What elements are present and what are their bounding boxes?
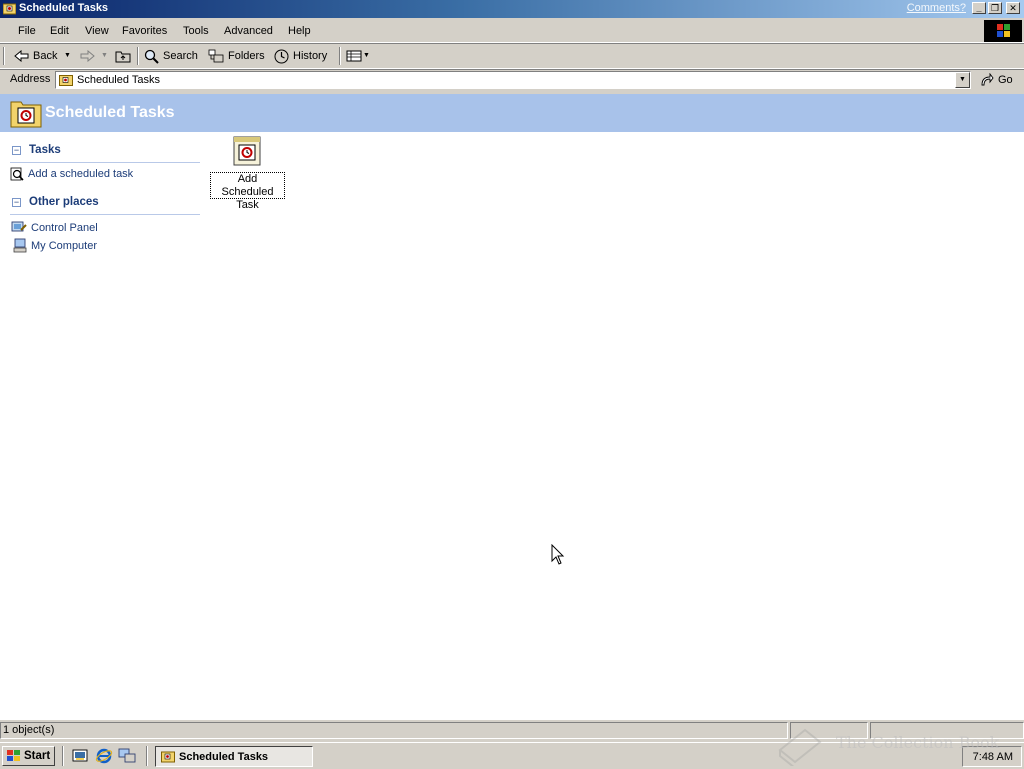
my-computer-icon [13, 238, 27, 253]
windows-flag-icon [7, 750, 20, 761]
menu-edit[interactable]: Edit [50, 25, 69, 37]
sidebar-section-other-places-title[interactable]: Other places [29, 196, 99, 208]
control-panel-icon [11, 221, 27, 232]
window-title: Scheduled Tasks [19, 2, 109, 14]
views-grid-icon [346, 50, 362, 62]
forward-dropdown-icon[interactable]: ▼ [101, 48, 108, 64]
menu-favorites[interactable]: Favorites [122, 25, 167, 37]
folder-icon [161, 751, 175, 763]
folders-icon [208, 49, 224, 63]
views-button[interactable]: ▼ [346, 48, 370, 64]
search-button[interactable]: Search [144, 48, 202, 64]
scheduled-task-icon[interactable] [232, 135, 262, 167]
menu-view[interactable]: View [85, 25, 109, 37]
go-arrow-icon [981, 73, 994, 86]
menu-tools[interactable]: Tools [183, 25, 209, 37]
up-folder-icon [115, 51, 131, 63]
menu-file[interactable]: File [18, 25, 36, 37]
folders-button[interactable]: Folders [208, 48, 268, 64]
address-label: Address [10, 73, 51, 85]
close-button[interactable]: ✕ [1006, 2, 1020, 14]
search-label: Search [163, 50, 198, 62]
views-dropdown-icon[interactable]: ▼ [363, 48, 370, 64]
show-desktop-icon[interactable] [72, 748, 88, 764]
folders-label: Folders [228, 50, 265, 62]
address-input[interactable]: Scheduled Tasks ▼ [55, 71, 971, 89]
section-divider [10, 214, 200, 215]
back-button[interactable]: Back ▼ [14, 48, 72, 64]
address-dropdown-icon[interactable]: ▼ [955, 72, 970, 88]
menu-bar: File Edit View Favorites Tools Advanced … [0, 20, 1024, 43]
clock[interactable]: 7:48 AM [973, 751, 1013, 763]
menu-advanced[interactable]: Advanced [224, 25, 273, 37]
maximize-button[interactable]: ❐ [988, 2, 1002, 14]
book-watermark-icon [778, 728, 822, 766]
sidebar-item-add-scheduled-task[interactable]: Add a scheduled task [28, 168, 133, 180]
forward-arrow-icon [80, 50, 95, 62]
scheduled-tasks-folder-icon [10, 101, 42, 128]
section-divider [10, 162, 200, 163]
folder-icon [3, 3, 16, 15]
collapse-other-places-icon[interactable]: − [12, 198, 21, 207]
internet-explorer-icon[interactable] [95, 747, 113, 765]
toolbar-separator [339, 47, 341, 65]
watermark-text: The Collection Book [836, 733, 1000, 752]
toolbar-grip [3, 47, 5, 65]
back-arrow-icon [14, 50, 29, 62]
history-icon [274, 49, 289, 64]
forward-button[interactable]: ▼ [80, 48, 110, 64]
folder-header-banner: Scheduled Tasks [0, 94, 1024, 132]
comments-link[interactable]: Comments? [907, 2, 966, 14]
taskbar-window-scheduled-tasks[interactable]: Scheduled Tasks [155, 746, 313, 767]
sidebar-item-my-computer[interactable]: My Computer [31, 240, 97, 252]
collapse-tasks-icon[interactable]: − [12, 146, 21, 155]
go-label: Go [998, 74, 1013, 86]
standard-toolbar: Back ▼ ▼ Search Folders History ▼ [0, 44, 1024, 69]
history-button[interactable]: History [274, 48, 334, 64]
folder-icon [59, 75, 73, 86]
item-label-line2: Task [236, 199, 259, 211]
add-scheduled-task-item[interactable]: Add Scheduled Task [210, 172, 285, 211]
start-label: Start [24, 750, 51, 762]
up-folder-button[interactable] [115, 48, 133, 64]
start-button[interactable]: Start [2, 746, 55, 766]
network-icon[interactable] [118, 748, 136, 764]
taskbar-window-label: Scheduled Tasks [179, 751, 269, 763]
sidebar-item-control-panel[interactable]: Control Panel [31, 222, 98, 234]
title-bar[interactable]: Scheduled Tasks Comments? _ ❐ ✕ [0, 0, 1024, 18]
main-content [0, 132, 1024, 720]
windows-logo-icon [984, 20, 1022, 42]
menu-help[interactable]: Help [288, 25, 311, 37]
mouse-pointer-icon [551, 544, 565, 565]
folder-title: Scheduled Tasks [45, 104, 175, 121]
address-value: Scheduled Tasks [77, 74, 160, 86]
search-icon [144, 49, 159, 64]
taskbar-separator [62, 746, 64, 766]
status-text: 1 object(s) [0, 722, 788, 739]
item-label-line1: Add Scheduled [221, 173, 274, 198]
taskbar-separator [146, 746, 148, 766]
sidebar-section-tasks-title[interactable]: Tasks [29, 144, 61, 156]
history-label: History [293, 50, 328, 62]
toolbar-separator [137, 47, 139, 65]
address-bar: Address Scheduled Tasks ▼ Go [0, 69, 1024, 92]
minimize-button[interactable]: _ [972, 2, 986, 14]
back-label: Back [33, 50, 58, 62]
back-dropdown-icon[interactable]: ▼ [64, 48, 71, 64]
add-task-icon [10, 167, 24, 181]
